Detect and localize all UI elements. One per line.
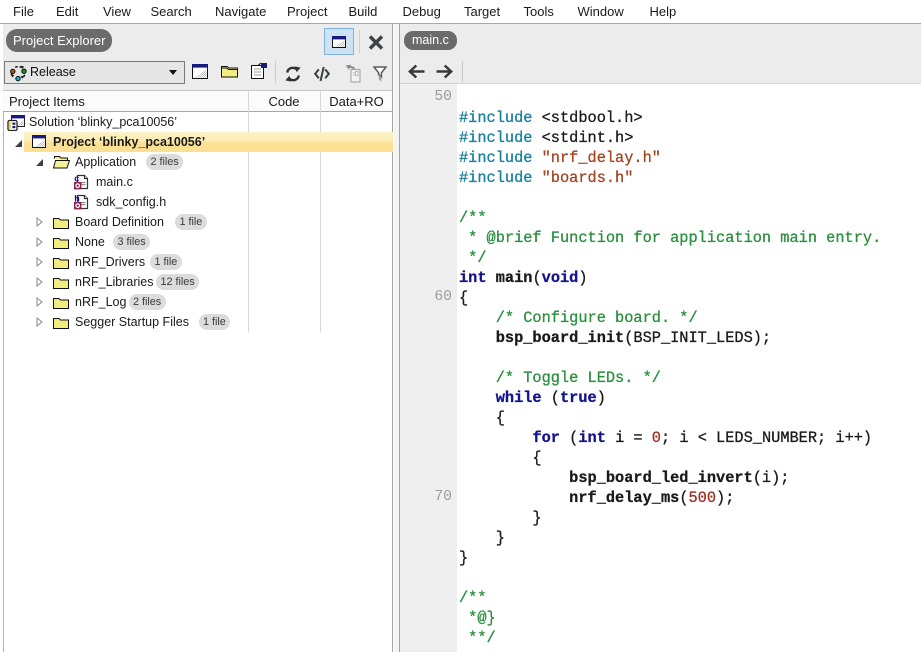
svg-text:c: c <box>74 174 79 184</box>
svg-text:h: h <box>74 194 80 204</box>
